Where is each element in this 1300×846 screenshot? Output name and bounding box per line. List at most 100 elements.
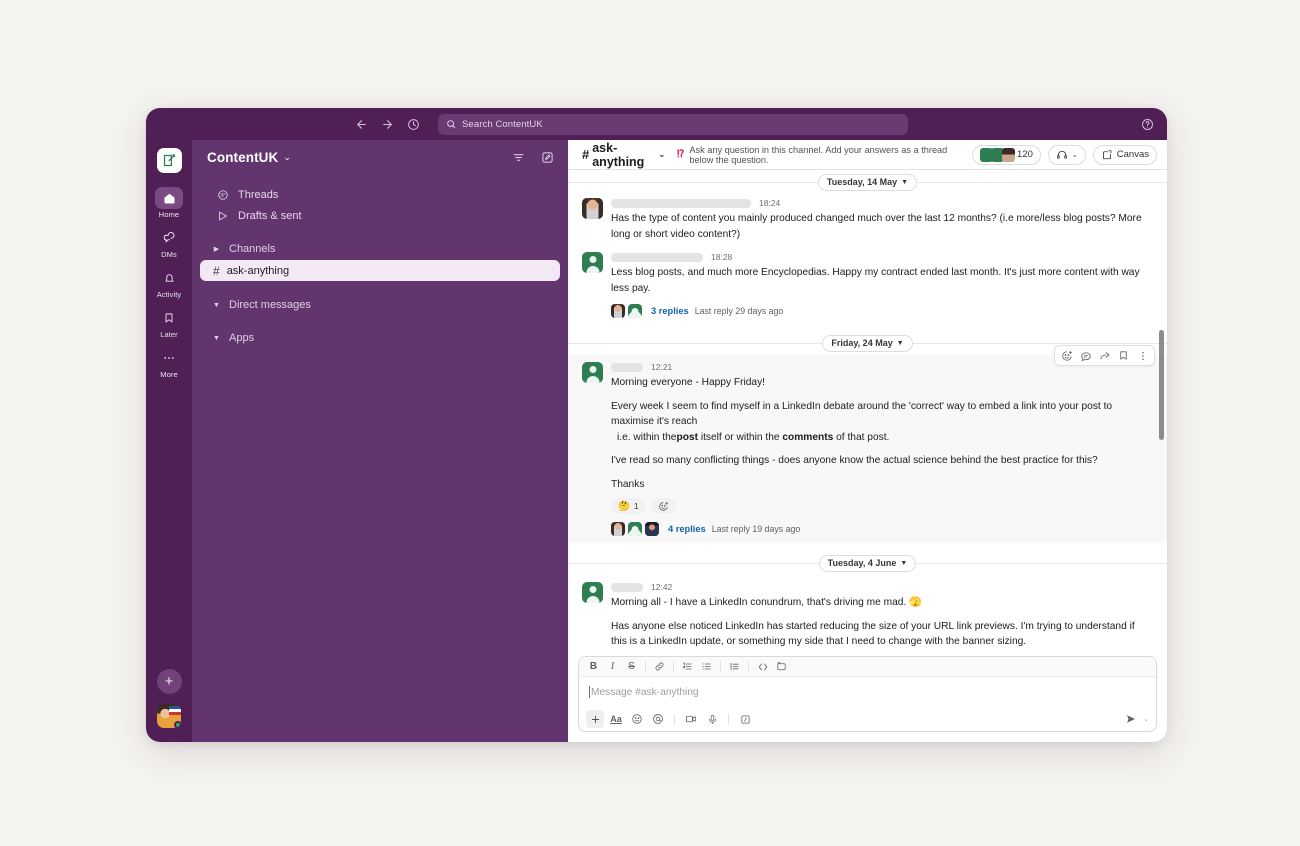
compose-icon[interactable] [541, 151, 554, 164]
chevron-down-icon[interactable]: ⌄ [283, 152, 291, 163]
thread-reply-count[interactable]: 4 replies [668, 524, 706, 534]
add-reaction-icon[interactable] [1058, 347, 1075, 364]
reaction-pill[interactable]: 🤔 1 [611, 498, 646, 514]
date-chip[interactable]: Friday, 24 May ▼ [822, 334, 913, 352]
channel-title[interactable]: # ask-anything ⌄ [582, 141, 665, 169]
workspace-name[interactable]: ContentUK [207, 150, 278, 165]
message-row[interactable]: 18:24 Has the type of content you mainly… [568, 194, 1167, 244]
bookmark-icon[interactable] [1115, 347, 1132, 364]
more-actions-icon[interactable] [1134, 347, 1151, 364]
reply-in-thread-icon[interactable] [1077, 347, 1094, 364]
link-button[interactable] [651, 659, 668, 675]
message-row[interactable]: 12:21 Morning everyone - Happy Friday! E… [568, 345, 1167, 543]
message-composer[interactable]: B I S Message #ask-anything Aa ⌄ [578, 656, 1157, 732]
members-button[interactable]: 120 [972, 144, 1041, 165]
chevron-down-icon[interactable]: ⌄ [1072, 151, 1078, 159]
bold-button[interactable]: B [585, 659, 602, 675]
strikethrough-button[interactable]: S [623, 659, 640, 675]
forward-icon[interactable] [1096, 347, 1113, 364]
canvas-button[interactable]: Canvas [1092, 144, 1157, 165]
audio-clip-button[interactable] [703, 710, 721, 728]
avatar[interactable] [582, 362, 603, 383]
bulleted-list-button[interactable] [698, 659, 715, 675]
rail-item-later[interactable]: Later [149, 304, 189, 339]
attach-button[interactable] [586, 710, 604, 728]
question-circle-icon[interactable] [1137, 114, 1157, 134]
message-timestamp[interactable]: 18:28 [711, 252, 732, 262]
rail-item-home[interactable]: Home [149, 184, 189, 219]
sidebar-item-ask-anything[interactable]: # ask-anything [200, 260, 560, 281]
video-clip-button[interactable] [682, 710, 700, 728]
headphones-icon [1056, 149, 1068, 161]
slash-command-button[interactable] [736, 710, 754, 728]
channel-topic[interactable]: ⁉ Ask any question in this channel. Add … [677, 145, 972, 165]
huddle-button[interactable]: ⌄ [1047, 144, 1086, 165]
message-timestamp[interactable]: 12:42 [651, 582, 672, 592]
sidebar-section-channels[interactable]: ▶ Channels [200, 239, 560, 259]
date-divider[interactable]: Tuesday, 14 May ▼ [568, 170, 1167, 194]
presence-active-icon [174, 721, 181, 728]
search-input[interactable]: Search ContentUK [438, 113, 908, 135]
code-block-button[interactable] [773, 659, 790, 675]
code-button[interactable] [754, 659, 771, 675]
avatar[interactable] [582, 252, 603, 273]
rail-item-dms[interactable]: DMs [149, 224, 189, 259]
thread-summary[interactable]: 4 replies Last reply 19 days ago [611, 520, 1153, 537]
filter-icon[interactable] [512, 151, 525, 164]
avatar[interactable] [157, 704, 181, 728]
send-button[interactable] [1122, 710, 1140, 728]
slack-app-window: Search ContentUK Home DMs Activity Later… [146, 108, 1167, 742]
sidebar-channel-label: ask-anything [226, 264, 290, 277]
history-nav-group [350, 113, 424, 135]
search-icon [446, 119, 456, 129]
date-chip[interactable]: Tuesday, 14 May ▼ [817, 173, 918, 191]
hash-icon: # [582, 147, 590, 162]
message-paragraph: Has the type of content you mainly produ… [611, 213, 1142, 240]
rail-item-more[interactable]: More [149, 344, 189, 379]
sidebar-label-threads: Threads [238, 188, 279, 201]
sidebar-item-threads[interactable]: Threads [200, 184, 560, 205]
blockquote-button[interactable] [726, 659, 743, 675]
avatar[interactable] [582, 198, 603, 219]
history-button[interactable] [402, 113, 424, 135]
date-divider[interactable]: Tuesday, 4 June ▼ [568, 551, 1167, 575]
sidebar-section-apps[interactable]: ▼ Apps [200, 328, 560, 348]
toolbar-divider [748, 661, 749, 672]
emoji-button[interactable] [628, 710, 646, 728]
message-row[interactable]: 18:28 Less blog posts, and much more Enc… [568, 244, 1167, 321]
forward-button[interactable] [376, 113, 398, 135]
slack-compose-logo[interactable] [156, 148, 182, 173]
message-header: 18:28 [611, 250, 1153, 264]
rich-suffix: of that post. [833, 431, 890, 443]
avatar[interactable] [582, 582, 603, 603]
message-row[interactable]: 12:42 Morning all - I have a LinkedIn co… [568, 575, 1167, 656]
message-list[interactable]: Tuesday, 14 May ▼ 18:24 Has the type of … [568, 170, 1167, 656]
back-button[interactable] [350, 113, 372, 135]
formatting-button[interactable]: Aa [607, 710, 625, 728]
sidebar-item-drafts-sent[interactable]: Drafts & sent [200, 205, 560, 226]
interrobang-icon: ⁉ [677, 149, 685, 160]
message-timestamp[interactable]: 18:24 [759, 198, 780, 208]
message-input[interactable]: Message #ask-anything [579, 677, 1156, 707]
sidebar-section-direct-messages[interactable]: ▼ Direct messages [200, 295, 560, 315]
chevron-down-icon: ▼ [901, 178, 909, 186]
rail-item-activity[interactable]: Activity [149, 264, 189, 299]
message-list-scrollbar[interactable] [1159, 330, 1164, 440]
mention-button[interactable] [649, 710, 667, 728]
thread-reply-count[interactable]: 3 replies [651, 306, 689, 316]
add-reaction-button[interactable] [650, 498, 676, 514]
reaction-emoji: 🤔 [618, 500, 630, 512]
message-timestamp[interactable]: 12:21 [651, 362, 672, 372]
ordered-list-button[interactable] [679, 659, 696, 675]
chevron-down-icon[interactable]: ⌄ [1143, 715, 1149, 723]
date-chip[interactable]: Tuesday, 4 June ▼ [818, 554, 917, 572]
channel-topic-text: Ask any question in this channel. Add yo… [689, 144, 948, 165]
threads-icon [216, 189, 229, 201]
italic-button[interactable]: I [604, 659, 621, 675]
rail-items: Home DMs Activity Later More [149, 184, 189, 379]
new-item-button[interactable]: + [156, 669, 182, 694]
formatting-toolbar: B I S [579, 657, 1156, 677]
composer-actions: Aa ⌄ [579, 707, 1156, 731]
thread-summary[interactable]: 3 replies Last reply 29 days ago [611, 302, 1153, 319]
